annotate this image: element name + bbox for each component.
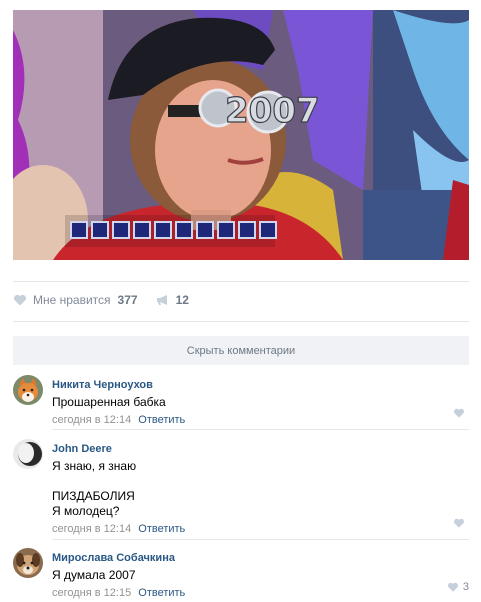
comment-time[interactable]: сегодня в 12:14 (52, 414, 131, 426)
comment: Никита Черноухов Прошаренная бабка сегод… (13, 375, 469, 430)
comment-meta: сегодня в 12:15 Ответить (52, 586, 469, 600)
share-button[interactable]: 12 (156, 293, 189, 307)
comment: Мирослава Собачкина Я думала 2007 сегодн… (13, 548, 469, 600)
caption-box (196, 221, 214, 239)
heart-icon (453, 518, 465, 528)
reply-link[interactable]: Ответить (138, 523, 185, 535)
profile-avatar-image (13, 439, 43, 469)
comment-line: Прошаренная бабка (52, 395, 166, 409)
post-divider-top (13, 281, 469, 282)
heart-icon (447, 582, 458, 592)
comment-time[interactable]: сегодня в 12:15 (52, 587, 131, 599)
avatar[interactable] (13, 375, 43, 405)
share-count: 12 (175, 293, 189, 307)
caption-box (259, 221, 277, 239)
comment-like-button[interactable] (453, 408, 469, 418)
megaphone-icon (156, 295, 167, 305)
caption-box (217, 221, 235, 239)
post-actions: Мне нравится 377 12 (13, 290, 189, 310)
caption-box (133, 221, 151, 239)
comment-line: Я молодец? (52, 504, 120, 518)
comment-author[interactable]: Мирослава Собачкина (52, 551, 175, 565)
avatar[interactable] (13, 439, 43, 469)
hide-comments-button[interactable]: Скрыть комментарии (13, 336, 469, 365)
comment-divider (52, 429, 469, 430)
comment-like-button[interactable] (453, 518, 469, 528)
avatar[interactable] (13, 548, 43, 578)
reply-link[interactable]: Ответить (138, 587, 185, 599)
heart-icon (453, 408, 465, 418)
fox-avatar-image (13, 375, 43, 405)
comment-time[interactable]: сегодня в 12:14 (52, 523, 131, 535)
like-button[interactable]: Мне нравится 377 (13, 293, 138, 307)
caption-box (154, 221, 172, 239)
comment-line (52, 474, 469, 489)
comment-meta: сегодня в 12:14 Ответить (52, 522, 469, 536)
caption-box (91, 221, 109, 239)
comment-divider (52, 539, 469, 540)
comment-author[interactable]: John Deere (52, 442, 112, 456)
glasses-text: 2007 (225, 91, 320, 131)
like-count: 377 (117, 293, 138, 307)
heart-icon (13, 294, 27, 306)
caption-box (112, 221, 130, 239)
caption-box (175, 221, 193, 239)
comment-like-button[interactable]: 3 (447, 581, 469, 593)
dog-avatar-image (13, 548, 43, 578)
comment-text: Я думала 2007 (52, 568, 469, 583)
post-divider-bottom (13, 321, 469, 322)
like-label: Мне нравится (33, 293, 111, 307)
comment-meta: сегодня в 12:14 Ответить (52, 413, 469, 427)
comment-line: Я знаю, я знаю (52, 459, 137, 473)
comment-text: Прошаренная бабка (52, 395, 469, 410)
caption-box (238, 221, 256, 239)
comment-line: ПИЗДАБОЛИЯ (52, 489, 135, 503)
reply-link[interactable]: Ответить (138, 414, 185, 426)
comment-author[interactable]: Никита Черноухов (52, 378, 153, 392)
comment-like-count: 3 (462, 581, 469, 593)
comment-text: Я знаю, я знаю ПИЗДАБОЛИЯ Я молодец? (52, 459, 469, 519)
comment: John Deere Я знаю, я знаю ПИЗДАБОЛИЯ Я м… (13, 439, 469, 540)
post-photo[interactable]: 2007 (13, 10, 469, 260)
caption-box (70, 221, 88, 239)
comment-line: Я думала 2007 (52, 568, 136, 582)
caption-boxes (70, 221, 277, 239)
